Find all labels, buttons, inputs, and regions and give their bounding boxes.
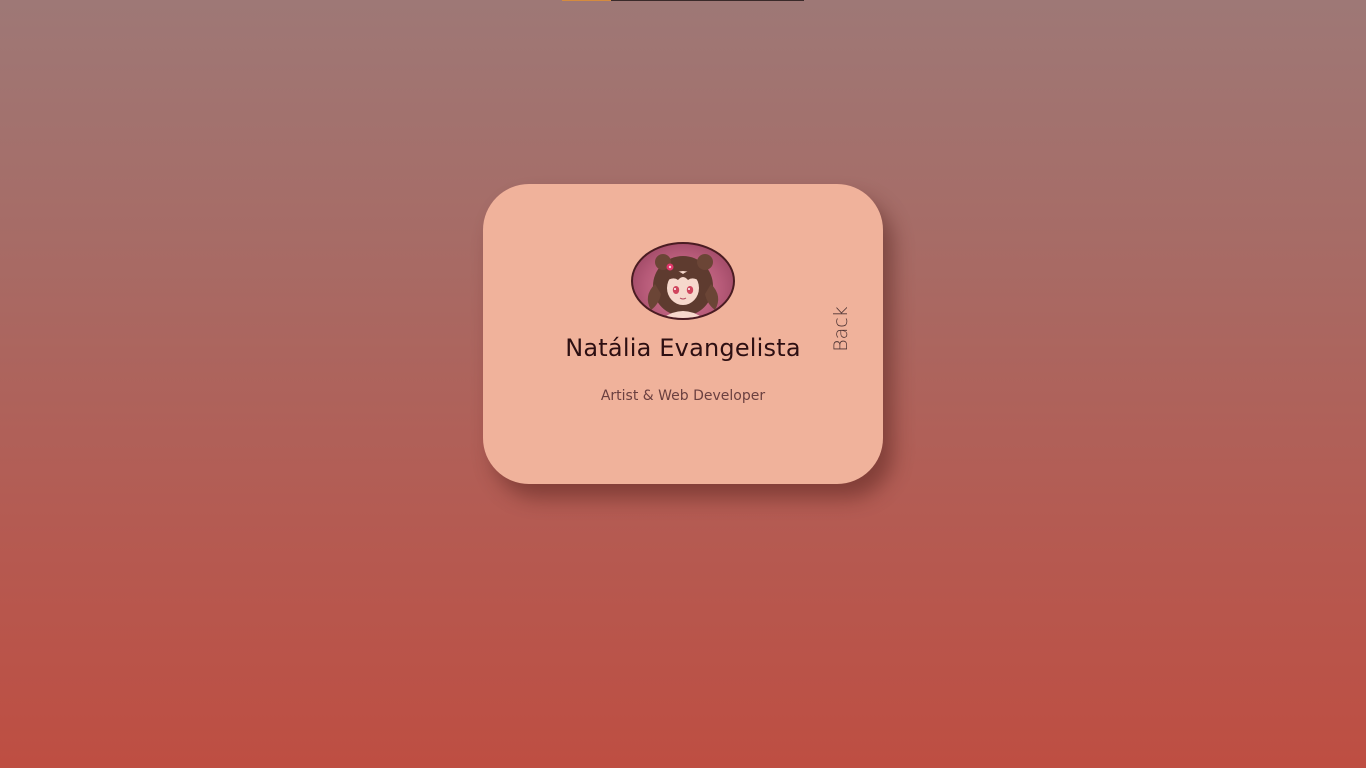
top-accent-segment [562, 0, 611, 1]
anime-girl-avatar-icon [647, 254, 719, 318]
profile-card: Natália Evangelista Artist & Web Develop… [483, 184, 883, 484]
profile-role: Artist & Web Developer [600, 388, 766, 404]
top-accent-bar [562, 0, 804, 1]
top-dark-segment [611, 0, 804, 1]
avatar [631, 242, 735, 320]
back-link[interactable]: Back [830, 306, 852, 352]
profile-name: Natália Evangelista [565, 334, 801, 362]
